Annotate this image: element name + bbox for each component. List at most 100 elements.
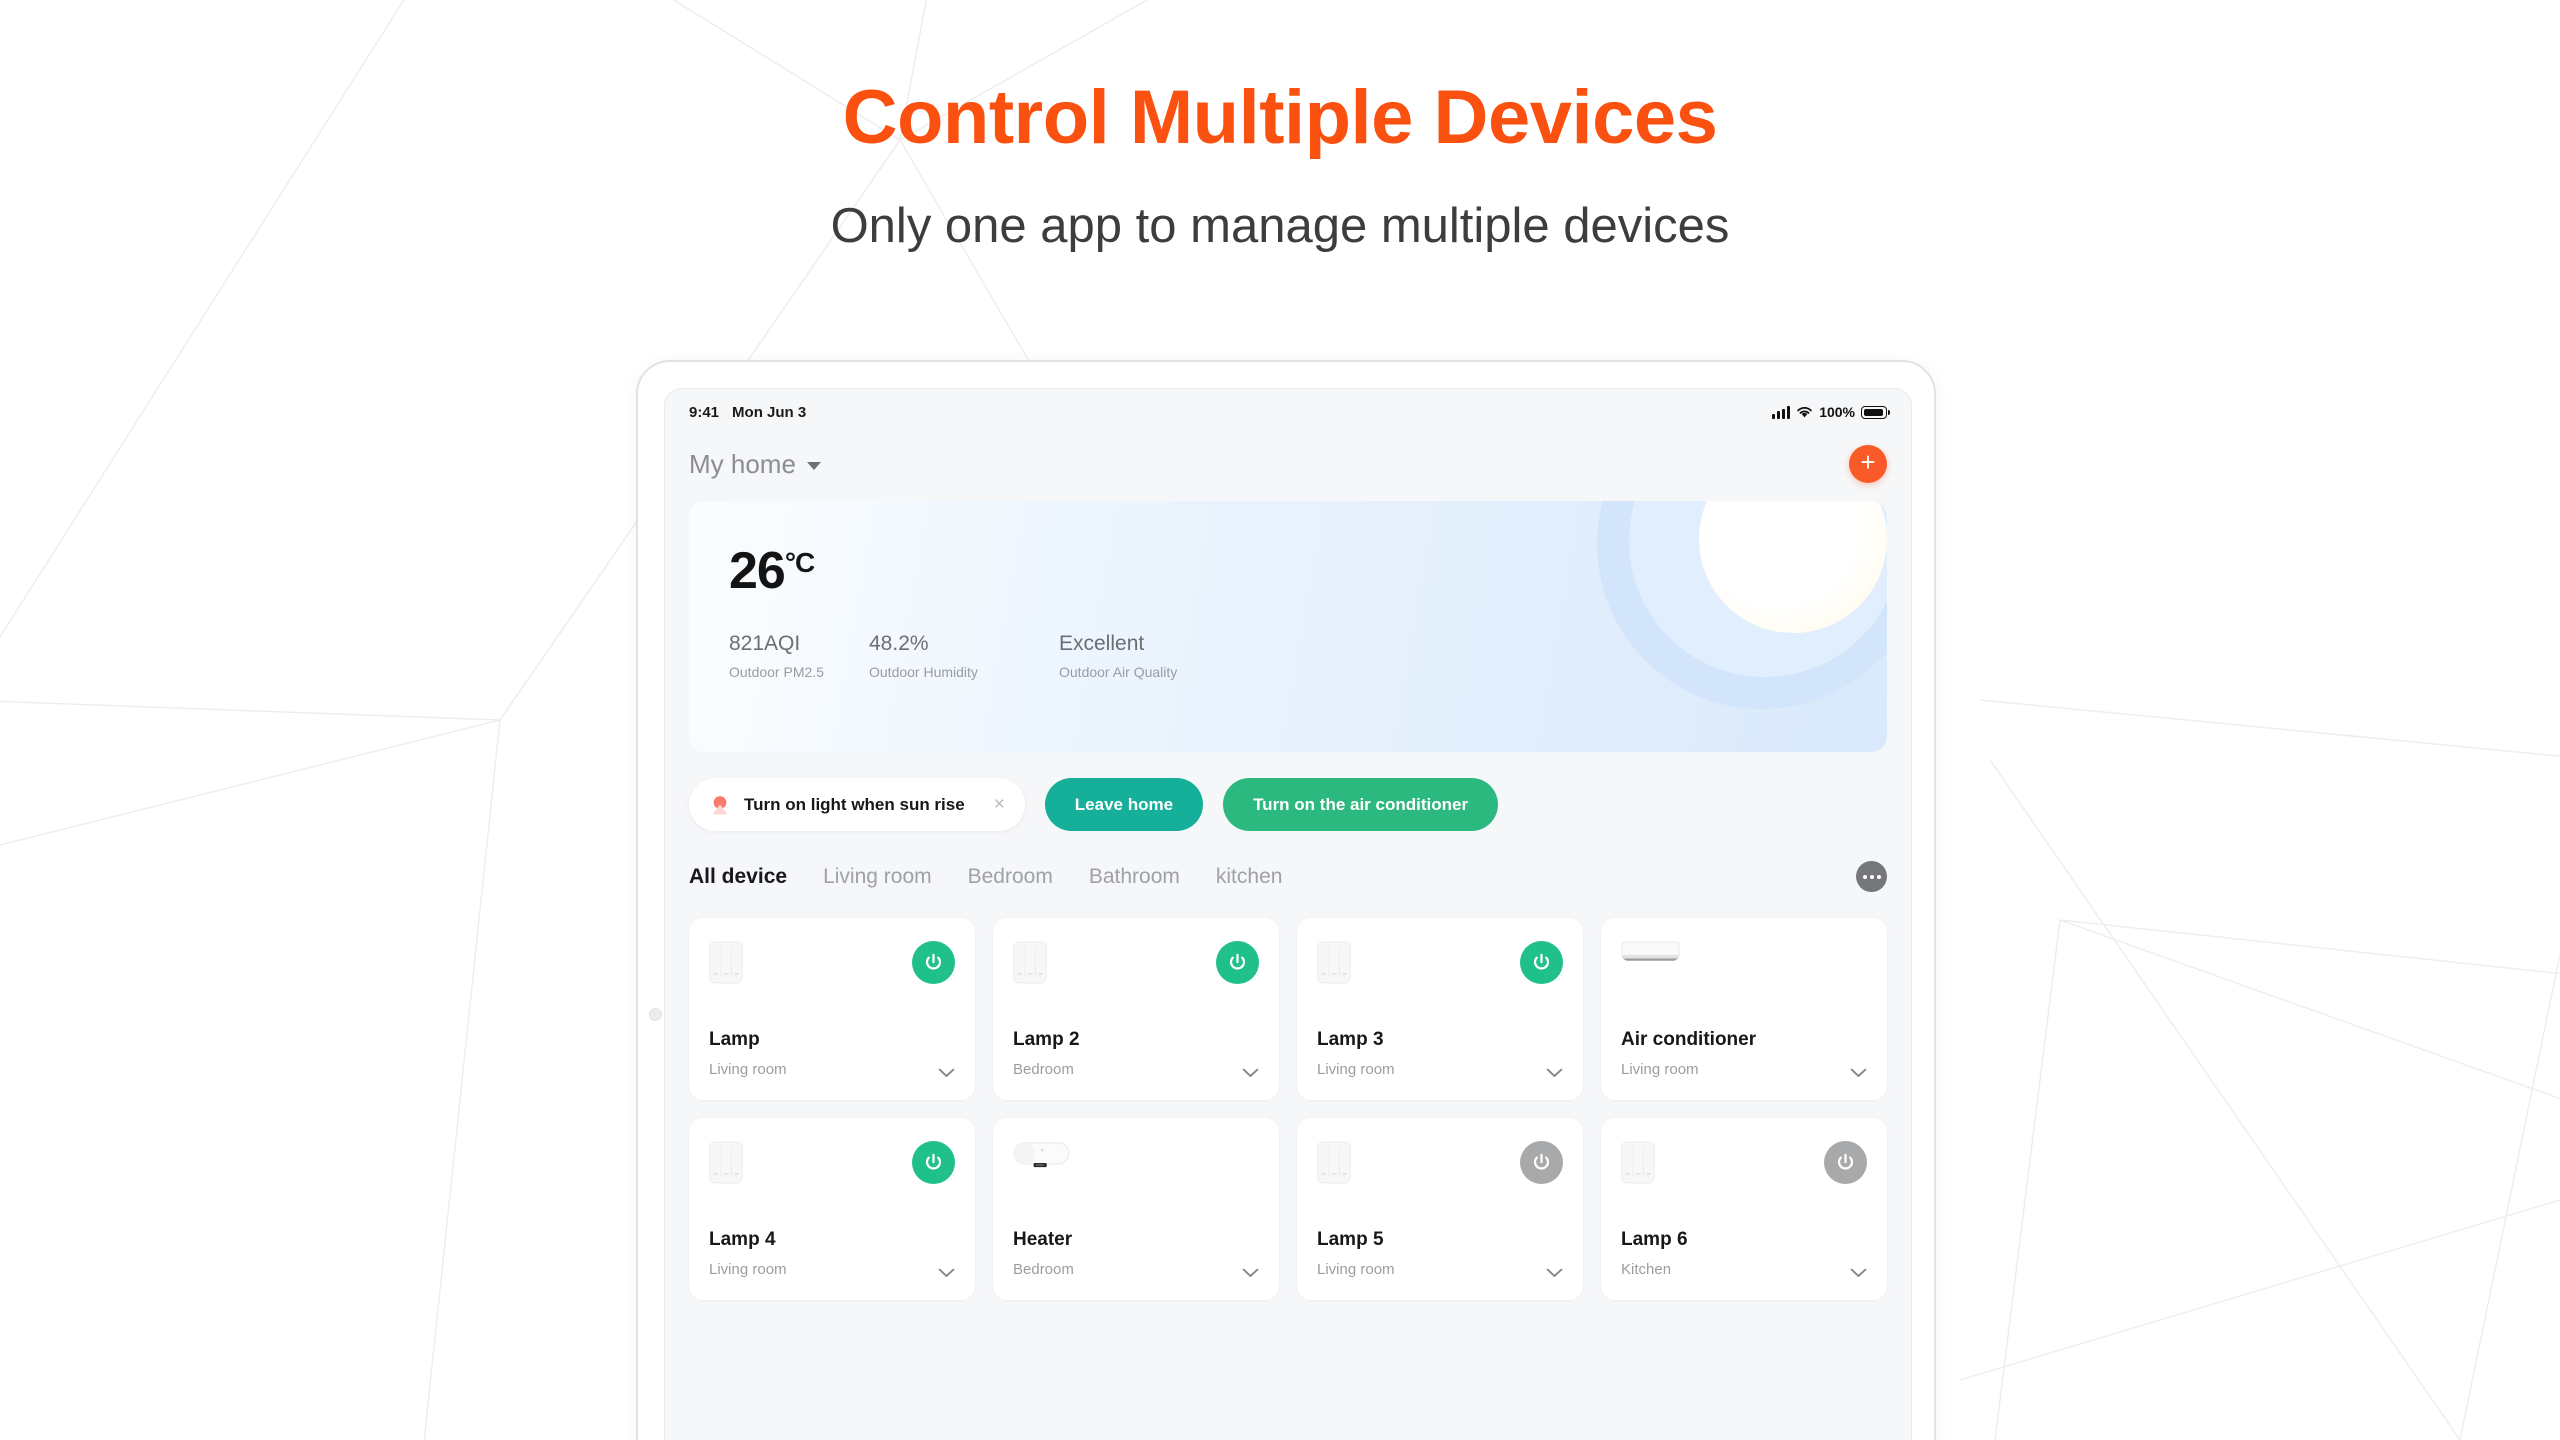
- wall-switch-icon: [1317, 941, 1351, 984]
- status-bar-date: Mon Jun 3: [732, 403, 807, 421]
- device-name: Lamp 6: [1621, 1229, 1688, 1250]
- power-toggle-button[interactable]: [1520, 1141, 1563, 1184]
- wifi-icon: [1797, 406, 1813, 417]
- power-icon: [1531, 952, 1552, 973]
- device-card-top: [1621, 1141, 1867, 1201]
- device-name: Lamp 3: [1317, 1029, 1384, 1050]
- add-device-label: +: [1860, 447, 1876, 477]
- device-room: Bedroom: [1013, 1061, 1074, 1078]
- weather-card[interactable]: 26°C 821AQI Outdoor PM2.5 48.2% Outdoor …: [689, 501, 1887, 752]
- device-name: Lamp 2: [1013, 1029, 1080, 1050]
- power-toggle-button[interactable]: [912, 941, 955, 984]
- power-icon: [923, 1152, 944, 1173]
- chevron-down-icon: [806, 462, 821, 470]
- front-camera-icon: [649, 1008, 662, 1021]
- weather-stat-humidity: 48.2% Outdoor Humidity: [869, 632, 1059, 680]
- device-card-top: [1013, 941, 1259, 1001]
- tab-bedroom[interactable]: Bedroom: [968, 865, 1053, 889]
- device-card-top: [709, 1141, 955, 1201]
- scene-chip-label: Leave home: [1074, 794, 1174, 814]
- device-room: Living room: [1317, 1261, 1395, 1278]
- device-room: Living room: [709, 1261, 787, 1278]
- device-room: Living room: [709, 1061, 787, 1078]
- temperature-value: 26: [729, 542, 786, 600]
- scene-chip-leave-home[interactable]: Leave home: [1044, 778, 1204, 831]
- power-icon: [923, 952, 944, 973]
- cellular-signal-icon: [1772, 405, 1791, 419]
- device-card[interactable]: Lamp 6 Kitchen: [1601, 1118, 1887, 1300]
- chevron-down-icon[interactable]: [1242, 1068, 1259, 1078]
- wall-switch-icon: [1317, 1141, 1351, 1184]
- scene-chips-row: Turn on light when sun rise × Leave home…: [689, 778, 1887, 831]
- scene-chip-label: Turn on the air conditioner: [1253, 794, 1469, 814]
- scene-chip-turn-on-ac[interactable]: Turn on the air conditioner: [1223, 778, 1499, 831]
- pm25-label: Outdoor PM2.5: [729, 664, 824, 681]
- page-title: Control Multiple Devices: [842, 75, 1718, 160]
- air-quality-value: Excellent: [1059, 632, 1145, 655]
- device-card-top: [1317, 941, 1563, 1001]
- water-heater-icon: [1013, 1141, 1070, 1171]
- device-name: Air conditioner: [1621, 1029, 1757, 1050]
- hero-section: Control Multiple Devices Only one app to…: [0, 0, 2560, 254]
- device-name: Lamp: [709, 1029, 760, 1050]
- device-name: Lamp 4: [709, 1229, 776, 1250]
- humidity-label: Outdoor Humidity: [869, 664, 978, 681]
- toggle-placeholder: [1216, 1141, 1259, 1184]
- tab-living-room[interactable]: Living room: [823, 865, 932, 889]
- wall-switch-icon: [709, 1141, 743, 1184]
- device-card[interactable]: Lamp Living room: [689, 918, 975, 1100]
- room-tabs: All device Living room Bedroom Bathroom …: [689, 865, 1282, 889]
- add-device-button[interactable]: +: [1849, 445, 1887, 483]
- scene-chip-sunrise[interactable]: Turn on light when sun rise ×: [689, 778, 1025, 831]
- chevron-down-icon[interactable]: [1546, 1268, 1563, 1278]
- device-room: Bedroom: [1013, 1261, 1074, 1278]
- weather-stat-pm25: 821AQI Outdoor PM2.5: [729, 632, 869, 680]
- device-card[interactable]: Lamp 3 Living room: [1297, 918, 1583, 1100]
- power-toggle-button[interactable]: [1520, 941, 1563, 984]
- chevron-down-icon[interactable]: [1546, 1068, 1563, 1078]
- power-toggle-button[interactable]: [1824, 1141, 1867, 1184]
- device-card[interactable]: Lamp 4 Living room: [689, 1118, 975, 1300]
- device-card[interactable]: Heater Bedroom: [993, 1118, 1279, 1300]
- home-selector[interactable]: My home: [689, 449, 821, 480]
- weather-stats: 821AQI Outdoor PM2.5 48.2% Outdoor Humid…: [729, 632, 1887, 680]
- page-subtitle: Only one app to manage multiple devices: [830, 198, 1730, 253]
- device-card-top: [709, 941, 955, 1001]
- wall-switch-icon: [1013, 941, 1047, 984]
- light-bulb-icon: [712, 795, 728, 815]
- battery-full-icon: [1861, 405, 1891, 419]
- chevron-down-icon[interactable]: [1242, 1268, 1259, 1278]
- device-room: Living room: [1621, 1061, 1699, 1078]
- device-room: Kitchen: [1621, 1261, 1672, 1278]
- device-card[interactable]: Lamp 2 Bedroom: [993, 918, 1279, 1100]
- more-horizontal-icon[interactable]: [1856, 861, 1887, 892]
- chevron-down-icon[interactable]: [938, 1068, 955, 1078]
- tab-kitchen[interactable]: kitchen: [1216, 865, 1283, 889]
- temperature-unit: °C: [784, 546, 815, 578]
- power-toggle-button[interactable]: [912, 1141, 955, 1184]
- chevron-down-icon[interactable]: [1850, 1268, 1867, 1278]
- tab-bathroom[interactable]: Bathroom: [1089, 865, 1180, 889]
- chevron-down-icon[interactable]: [938, 1268, 955, 1278]
- device-name: Lamp 5: [1317, 1229, 1384, 1250]
- device-card[interactable]: Lamp 5 Living room: [1297, 1118, 1583, 1300]
- device-card[interactable]: Air conditioner Living room: [1601, 918, 1887, 1100]
- device-name: Heater: [1013, 1229, 1073, 1250]
- wall-switch-icon: [1621, 1141, 1655, 1184]
- tablet-device-frame: 9:41 Mon Jun 3 100% My home + 26°C 821AQ…: [636, 360, 1936, 1440]
- power-icon: [1835, 1152, 1856, 1173]
- weather-stat-air-quality: Excellent Outdoor Air Quality: [1059, 632, 1177, 680]
- tablet-screen: 9:41 Mon Jun 3 100% My home + 26°C 821AQ…: [664, 388, 1912, 1440]
- battery-percent-label: 100%: [1819, 404, 1855, 420]
- device-room: Living room: [1317, 1061, 1395, 1078]
- close-icon[interactable]: ×: [994, 795, 1005, 814]
- air-quality-label: Outdoor Air Quality: [1059, 664, 1178, 681]
- tab-all-device[interactable]: All device: [689, 865, 787, 889]
- power-toggle-button[interactable]: [1216, 941, 1259, 984]
- air-conditioner-icon: [1621, 941, 1680, 965]
- chevron-down-icon[interactable]: [1850, 1068, 1867, 1078]
- outdoor-temperature: 26°C: [729, 545, 1887, 597]
- room-tabs-row: All device Living room Bedroom Bathroom …: [689, 861, 1887, 892]
- device-card-top: [1621, 941, 1867, 1001]
- status-bar-time: 9:41: [689, 403, 720, 421]
